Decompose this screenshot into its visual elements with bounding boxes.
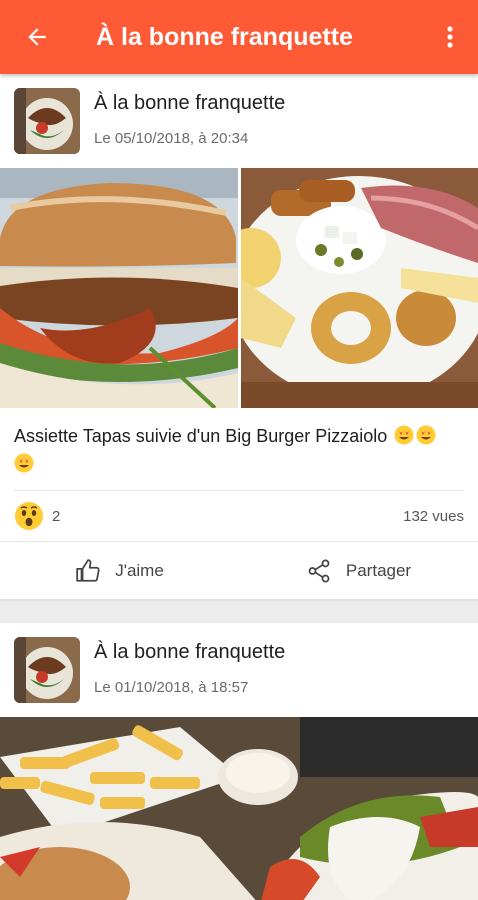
heart-eyes-emoji-icon: [416, 425, 436, 445]
burger-photo[interactable]: [0, 168, 238, 408]
app-bar: À la bonne franquette: [0, 0, 478, 74]
post-author[interactable]: À la bonne franquette: [94, 641, 285, 664]
heart-eyes-emoji-icon: [394, 425, 414, 445]
photo-gallery: [0, 168, 478, 408]
caption-text: Assiette Tapas suivie d'un Big Burger Pi…: [14, 426, 388, 446]
overflow-menu-button[interactable]: [422, 0, 478, 74]
like-button[interactable]: J'aime: [0, 542, 239, 599]
avatar[interactable]: [14, 637, 80, 703]
post-stats: 2 132 vues: [0, 491, 478, 541]
post-feed: À la bonne franquette Le 05/10/2018, à 2…: [0, 74, 478, 900]
post-card: À la bonne franquette Le 01/10/2018, à 1…: [0, 623, 478, 900]
reaction-count: 2: [52, 507, 61, 525]
page-title: À la bonne franquette: [96, 22, 353, 51]
share-label: Partager: [345, 560, 412, 580]
wow-reaction-icon[interactable]: [14, 501, 44, 531]
post-header: À la bonne franquette Le 01/10/2018, à 1…: [0, 623, 478, 717]
heart-eyes-emoji-icon: [14, 453, 34, 473]
arrow-back-icon: [28, 28, 46, 46]
fries-burger-photo[interactable]: [0, 717, 478, 900]
share-button[interactable]: Partager: [239, 542, 478, 599]
like-label: J'aime: [115, 560, 164, 580]
post-author[interactable]: À la bonne franquette: [94, 92, 285, 115]
more-vertical-icon: [447, 26, 453, 48]
post-date: Le 01/10/2018, à 18:57: [94, 679, 249, 696]
post-actions: J'aime Partager: [0, 541, 478, 599]
post-caption: Assiette Tapas suivie d'un Big Burger Pi…: [0, 408, 478, 490]
post-card: À la bonne franquette Le 05/10/2018, à 2…: [0, 74, 478, 599]
post-date: Le 05/10/2018, à 20:34: [94, 130, 249, 147]
tapas-photo[interactable]: [240, 168, 478, 408]
thumb-up-icon: [76, 558, 100, 582]
view-count: 132 vues: [403, 507, 464, 525]
post-header: À la bonne franquette Le 05/10/2018, à 2…: [0, 74, 478, 168]
share-icon: [308, 559, 330, 582]
avatar[interactable]: [14, 88, 80, 154]
back-button[interactable]: [0, 0, 74, 74]
